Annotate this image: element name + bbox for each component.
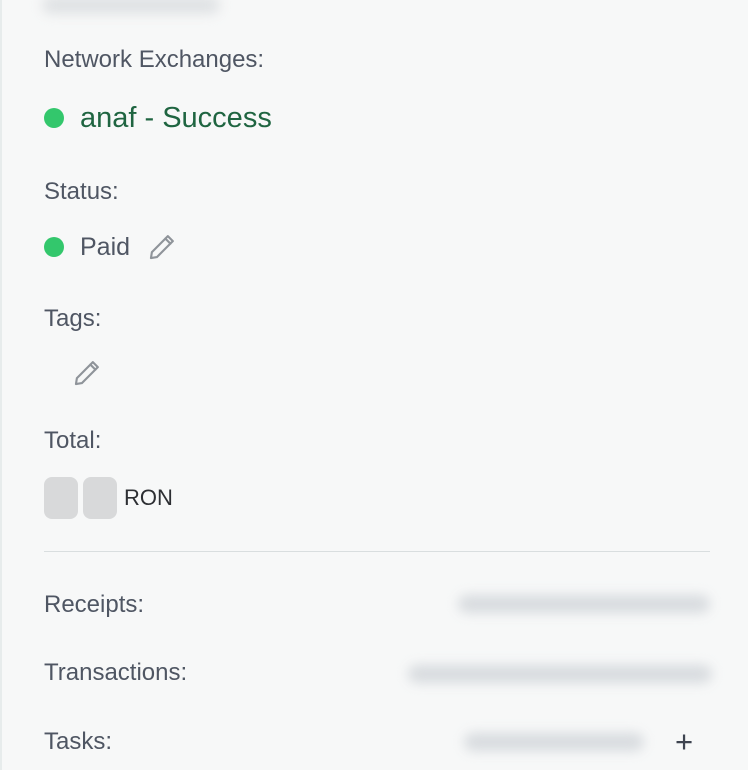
- pencil-icon[interactable]: [69, 355, 105, 391]
- paid-status-dot: [44, 237, 64, 257]
- success-status-dot: [44, 108, 64, 128]
- total-value-row: RON: [44, 477, 173, 519]
- section-divider: [44, 551, 710, 552]
- total-currency: RON: [124, 485, 173, 510]
- receipts-label: Receipts:: [44, 591, 145, 618]
- network-exchange-status: anaf - Success: [44, 101, 272, 135]
- total-label: Total:: [44, 427, 102, 454]
- invoice-details-panel: Network Exchanges: anaf - Success Status…: [0, 0, 748, 770]
- payment-status-row: Paid: [44, 229, 180, 265]
- redacted-total-digit: [83, 477, 117, 519]
- transactions-label: Transactions:: [44, 659, 188, 686]
- blurred-receipts-value: [458, 595, 710, 613]
- network-exchange-value: anaf - Success: [80, 102, 272, 134]
- network-exchanges-label: Network Exchanges:: [44, 46, 265, 73]
- redacted-total-digit: [44, 477, 78, 519]
- tasks-label: Tasks:: [44, 728, 113, 755]
- add-task-button[interactable]: +: [670, 726, 698, 757]
- pencil-icon[interactable]: [144, 229, 180, 265]
- blurred-header-value: [42, 0, 220, 14]
- blurred-transactions-value: [408, 665, 712, 683]
- tags-label: Tags:: [44, 305, 102, 332]
- payment-status-value: Paid: [80, 233, 131, 261]
- status-label: Status:: [44, 178, 119, 205]
- blurred-tasks-value: [464, 733, 644, 751]
